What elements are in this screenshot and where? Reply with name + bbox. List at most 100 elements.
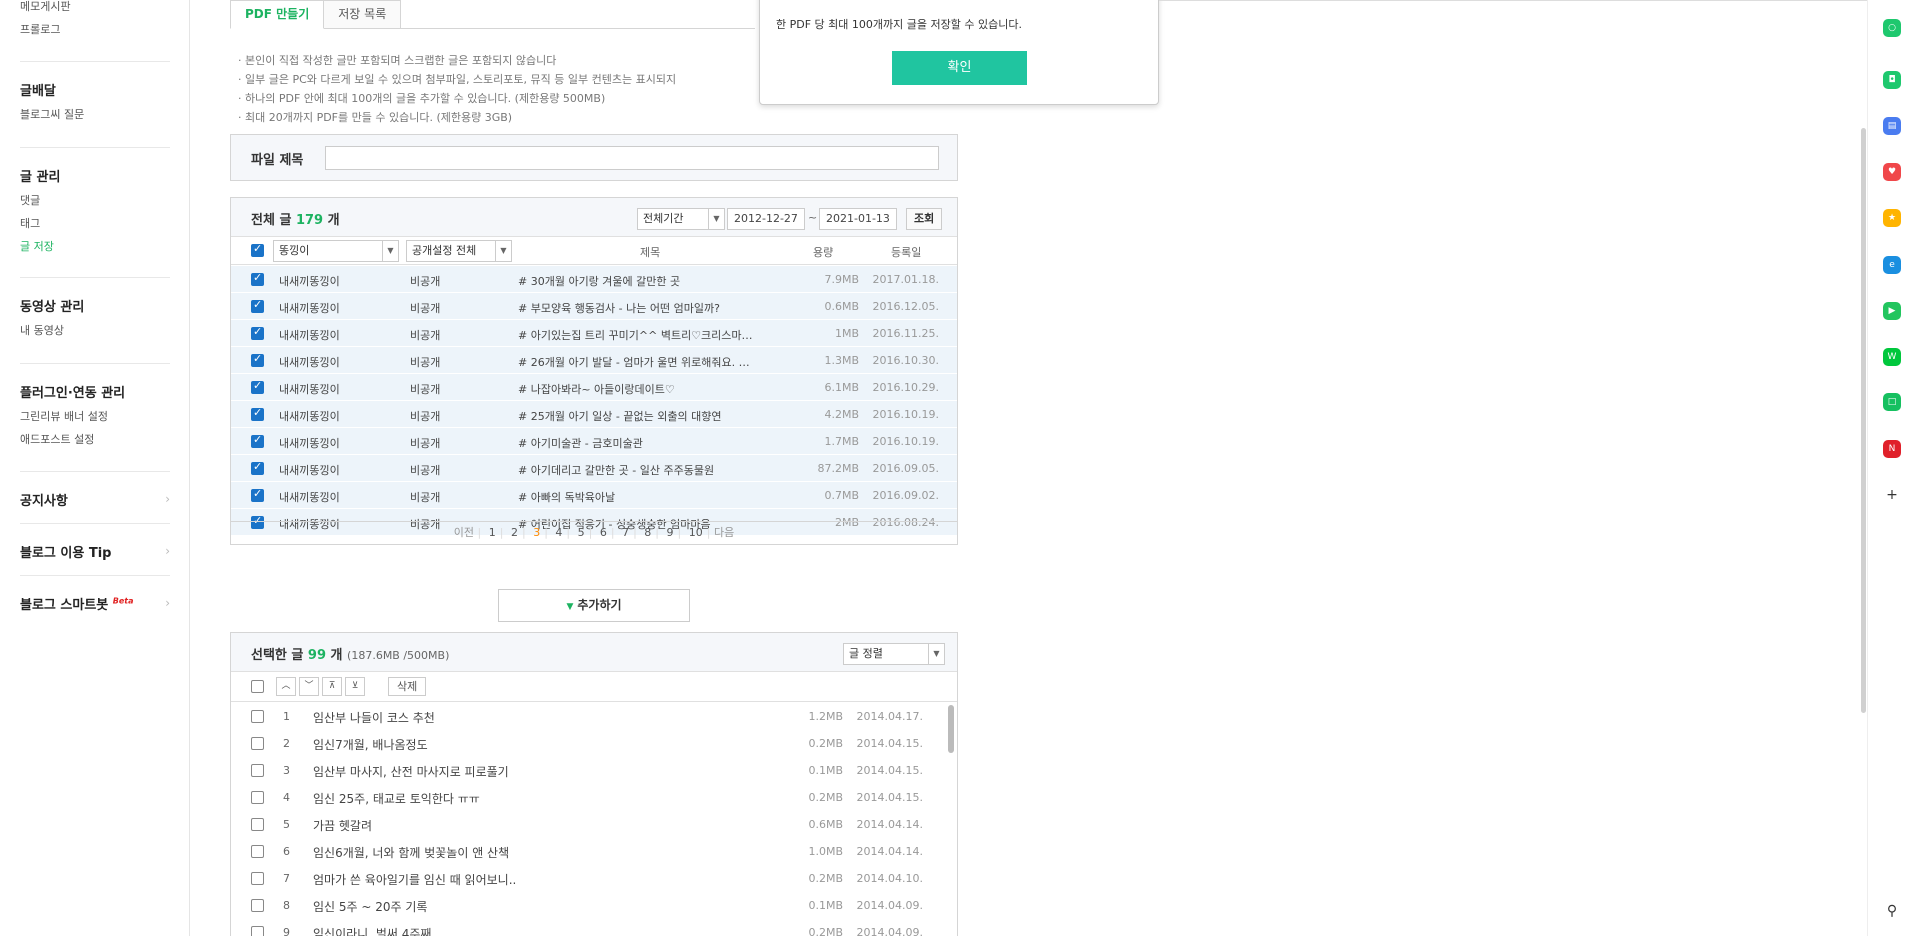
sidebar-item-green-review-banner[interactable]: 그린리뷰 배너 설정: [20, 408, 170, 424]
writer-select[interactable]: 똥낑이 ▼: [273, 240, 399, 262]
search-button[interactable]: 조회: [906, 208, 943, 230]
sidebar-group-title[interactable]: 플러그인·연동 관리: [20, 382, 170, 401]
confirm-button[interactable]: 확인: [892, 51, 1027, 85]
pager-next[interactable]: 다음: [714, 526, 734, 539]
row-checkbox[interactable]: [251, 872, 264, 885]
pager-prev[interactable]: 이전: [454, 526, 474, 539]
pager-page[interactable]: 8: [640, 526, 655, 539]
sidebar-link-smartbot[interactable]: 블로그 스마트봇 Beta ›: [20, 594, 170, 613]
sidebar-item-adpost-settings[interactable]: 애드포스트 설정: [20, 431, 170, 447]
pager-page[interactable]: 6: [596, 526, 611, 539]
row-checkbox[interactable]: [251, 433, 264, 448]
row-checkbox[interactable]: [251, 271, 264, 286]
sidebar-item-prologue[interactable]: 프롤로그: [20, 21, 170, 37]
select-all-checkbox[interactable]: [251, 242, 264, 257]
move-down-button[interactable]: ﹀: [299, 677, 319, 696]
post-list-header: 전체 글 179 개 전체기간 ▼ 2012-12-27 ~ 2021-01-1…: [231, 198, 957, 237]
pager-page[interactable]: 5: [574, 526, 589, 539]
row-checkbox[interactable]: [251, 926, 264, 936]
table-row[interactable]: 내새끼똥낑이 비공개 # 30개월 아기랑 겨울에 갈만한 곳 7.9MB 2017.0…: [231, 266, 957, 293]
table-row[interactable]: 내새끼똥낑이 비공개 # 아빠의 독박육아날 0.7MB 2016.09.02.: [231, 482, 957, 509]
date-to-input[interactable]: 2021-01-13: [819, 208, 897, 230]
move-top-button[interactable]: ⊼: [322, 677, 342, 696]
play-icon[interactable]: ▶: [1883, 302, 1901, 320]
green-square-icon[interactable]: □: [1883, 393, 1901, 411]
column-date: 등록일: [891, 246, 922, 259]
table-row[interactable]: 내새끼똥낑이 비공개 # 아기미술관 - 금호미술관 1.7MB 2016.10.19.: [231, 428, 957, 455]
row-checkbox[interactable]: [251, 325, 264, 340]
add-icon[interactable]: +: [1883, 486, 1901, 504]
edge-browser-icon[interactable]: e: [1883, 256, 1901, 274]
sidebar-item-tags[interactable]: 태그: [20, 215, 170, 231]
table-row[interactable]: 내새끼똥낑이 비공개 # 26개월 아기 발달 - 엄마가 울면 위로해줘요. … 1…: [231, 347, 957, 374]
pager-page[interactable]: 2: [507, 526, 522, 539]
select-all-checkbox[interactable]: [251, 680, 264, 693]
row-checkbox[interactable]: [251, 899, 264, 912]
list-item[interactable]: 7 엄마가 쓴 육아일기를 임신 때 읽어보니.. 0.2MB 2014.04.10.: [231, 865, 957, 892]
sidebar-item-blogssi-question[interactable]: 블로그씨 질문: [20, 106, 170, 122]
period-select[interactable]: 전체기간 ▼: [637, 208, 725, 230]
sidebar-group-title[interactable]: 글 관리: [20, 166, 170, 185]
sidebar-link-notice[interactable]: 공지사항 ›: [20, 490, 170, 509]
pager-page[interactable]: 7: [618, 526, 633, 539]
list-item[interactable]: 8 임신 5주 ~ 20주 기록 0.1MB 2014.04.09.: [231, 892, 957, 919]
row-checkbox[interactable]: [251, 710, 264, 723]
tab-make-pdf[interactable]: PDF 만들기: [230, 0, 325, 29]
file-title-input[interactable]: [325, 146, 939, 170]
pin-icon[interactable]: ⚲: [1883, 902, 1901, 920]
selected-title-label: 선택한 글: [251, 648, 304, 663]
pager-page[interactable]: 10: [685, 526, 707, 539]
move-up-button[interactable]: ︿: [276, 677, 296, 696]
list-item[interactable]: 4 임신 25주, 태교로 토익한다 ㅠㅠ 0.2MB 2014.04.15.: [231, 784, 957, 811]
tab-saved-list[interactable]: 저장 목록: [324, 0, 402, 29]
row-checkbox[interactable]: [251, 298, 264, 313]
row-checkbox[interactable]: [251, 487, 264, 502]
green-circle-icon[interactable]: ○: [1883, 19, 1901, 37]
table-row[interactable]: 내새끼똥낑이 비공개 # 아기데리고 갈만한 곳 - 일산 주주동물원 87.2MB 2…: [231, 455, 957, 482]
sidebar-item-memo-board[interactable]: 메모게시판: [20, 0, 170, 14]
table-row[interactable]: 내새끼똥낑이 비공개 # 부모양육 행동검사 - 나는 어떤 엄마일까? 0.6MB 2…: [231, 293, 957, 320]
pager-page-current[interactable]: 3: [529, 526, 544, 539]
news-icon[interactable]: N: [1883, 440, 1901, 458]
webtoon-icon[interactable]: W: [1883, 348, 1901, 366]
pager-page[interactable]: 4: [551, 526, 566, 539]
sidebar-group-title[interactable]: 글배달: [20, 80, 170, 99]
move-bottom-button[interactable]: ⊻: [345, 677, 365, 696]
pager-page[interactable]: 1: [485, 526, 500, 539]
list-item[interactable]: 3 임산부 마사지, 산전 마사지로 피로풀기 0.1MB 2014.04.15.: [231, 757, 957, 784]
sidebar-item-save-posts[interactable]: 글 저장: [20, 238, 170, 254]
star-icon[interactable]: ★: [1883, 209, 1901, 227]
date-from-input[interactable]: 2012-12-27: [727, 208, 805, 230]
briefcase-icon[interactable]: ▤: [1883, 117, 1901, 135]
chat-icon[interactable]: ◘: [1883, 71, 1901, 89]
row-checkbox[interactable]: [251, 379, 264, 394]
pager-page[interactable]: 9: [663, 526, 678, 539]
list-item[interactable]: 5 가끔 헷갈려 0.6MB 2014.04.14.: [231, 811, 957, 838]
table-row[interactable]: 내새끼똥낑이 비공개 # 나잡아봐라~ 아들이랑데이트♡ 6.1MB 2016.10.2…: [231, 374, 957, 401]
table-row[interactable]: 내새끼똥낑이 비공개 # 25개월 아기 일상 - 끝없는 외출의 대향연 4.2MB…: [231, 401, 957, 428]
delete-button[interactable]: 삭제: [388, 677, 427, 696]
row-checkbox[interactable]: [251, 791, 264, 804]
row-checkbox[interactable]: [251, 845, 264, 858]
pocket-icon[interactable]: ♥: [1883, 163, 1901, 181]
page-scrollbar[interactable]: [1861, 128, 1866, 713]
row-checkbox[interactable]: [251, 818, 264, 831]
sidebar-group-title[interactable]: 동영상 관리: [20, 296, 170, 315]
add-button[interactable]: ▼ 추가하기: [498, 589, 690, 622]
row-checkbox[interactable]: [251, 737, 264, 750]
list-item[interactable]: 2 임신7개월, 배나옴정도 0.2MB 2014.04.15.: [231, 730, 957, 757]
sidebar-item-comments[interactable]: 댓글: [20, 192, 170, 208]
list-item[interactable]: 1 임산부 나들이 코스 추천 1.2MB 2014.04.17.: [231, 703, 957, 730]
list-item[interactable]: 6 임신6개월, 너와 함께 벚꽃놀이 앤 산책 1.0MB 2014.04.14.: [231, 838, 957, 865]
row-checkbox[interactable]: [251, 406, 264, 421]
visibility-select[interactable]: 공개설정 전체 ▼: [406, 240, 512, 262]
table-row[interactable]: 내새끼똥낑이 비공개 # 아기있는집 트리 꾸미기^^ 벽트리♡크리스마… 1MB 20…: [231, 320, 957, 347]
row-checkbox[interactable]: [251, 352, 264, 367]
sidebar-item-my-videos[interactable]: 내 동영상: [20, 322, 170, 338]
list-item[interactable]: 9 임신이라니, 벌써 4주째 0.2MB 2014.04.09.: [231, 919, 957, 936]
sidebar-link-tips[interactable]: 블로그 이용 Tip ›: [20, 542, 170, 561]
row-checkbox[interactable]: [251, 764, 264, 777]
row-checkbox[interactable]: [251, 460, 264, 475]
list-scrollbar[interactable]: [948, 705, 954, 753]
sort-select[interactable]: 글 정렬 ▼: [843, 643, 945, 665]
